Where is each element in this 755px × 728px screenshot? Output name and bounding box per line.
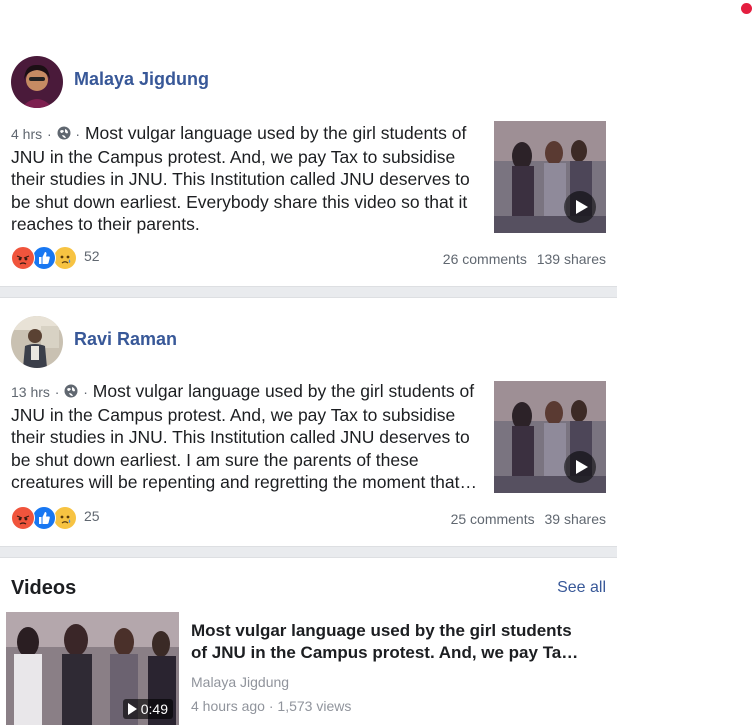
video-age: 4 hours ago [191, 698, 265, 714]
play-icon [127, 703, 137, 715]
video-meta: 4 hours ago · 1,573 views [191, 698, 351, 714]
post-text: 4 hrs · · Most vulgar language used by t… [11, 122, 481, 236]
post-body: Most vulgar language used by the girl st… [11, 381, 477, 492]
video-thumbnail[interactable] [494, 381, 606, 493]
author-name[interactable]: Ravi Raman [74, 329, 177, 350]
video-title[interactable]: Most vulgar language used by the girl st… [191, 620, 591, 664]
post-time[interactable]: 4 hrs [11, 126, 42, 142]
engagement-counts: 25 comments 39 shares [445, 511, 606, 527]
meta-separator: · [83, 384, 88, 400]
comments-link[interactable]: 25 comments [451, 511, 535, 527]
meta-separator: · [75, 126, 81, 142]
angry-reaction-icon [11, 246, 35, 270]
angry-reaction-icon [11, 506, 35, 530]
author-name[interactable]: Malaya Jigdung [74, 69, 209, 90]
feed-divider [0, 286, 617, 298]
post-card: Malaya Jigdung 4 hrs · · Most vulgar lan… [0, 40, 617, 286]
meta-separator: · [54, 384, 60, 400]
video-thumbnail[interactable] [494, 121, 606, 233]
feed-divider [0, 546, 617, 558]
post-text: 13 hrs · · Most vulgar language used by … [11, 380, 481, 494]
engagement-counts: 26 comments 139 shares [437, 251, 606, 267]
video-duration: 0:49 [122, 699, 173, 719]
videos-heading: Videos [11, 577, 77, 599]
sad-reaction-icon [53, 506, 77, 530]
shares-link[interactable]: 139 shares [537, 251, 606, 267]
reaction-count: 52 [84, 248, 100, 264]
meta-separator: · [268, 698, 274, 714]
notification-dot [741, 3, 752, 14]
meta-separator: · [47, 126, 52, 142]
avatar[interactable] [11, 56, 63, 108]
post-card: Ravi Raman 13 hrs · · Most vulgar langua… [0, 298, 617, 546]
post-time[interactable]: 13 hrs [11, 384, 50, 400]
like-reaction-icon [32, 506, 56, 530]
video-views: 1,573 views [277, 698, 352, 714]
reaction-count: 25 [84, 508, 100, 524]
video-thumbnail[interactable]: 0:49 [6, 612, 179, 725]
duration-text: 0:49 [140, 701, 168, 717]
sad-reaction-icon [53, 246, 77, 270]
see-all-link[interactable]: See all [557, 579, 606, 597]
video-author[interactable]: Malaya Jigdung [191, 674, 289, 690]
globe-icon [57, 126, 71, 140]
post-body: Most vulgar language used by the girl st… [11, 123, 470, 234]
avatar[interactable] [11, 316, 63, 368]
shares-link[interactable]: 39 shares [545, 511, 606, 527]
play-icon[interactable] [564, 191, 596, 223]
globe-icon [64, 384, 78, 398]
play-icon[interactable] [564, 451, 596, 483]
comments-link[interactable]: 26 comments [443, 251, 527, 267]
like-reaction-icon [32, 246, 56, 270]
